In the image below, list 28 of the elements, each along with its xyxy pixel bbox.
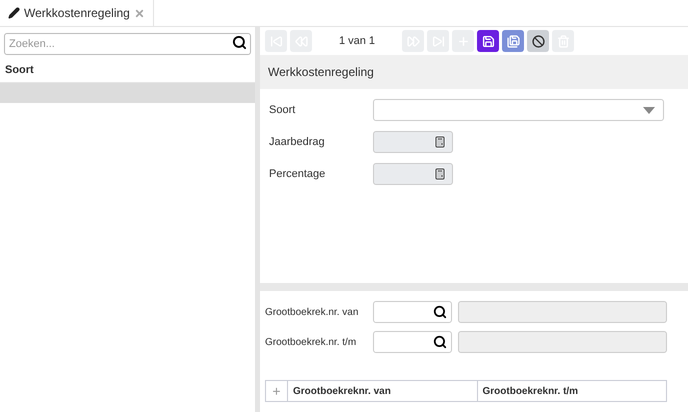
floppy-disks-icon [506,34,520,48]
pencil-icon [8,7,20,19]
calculator-icon [434,168,446,180]
dropdown-field[interactable] [373,99,664,121]
field-label: Soort [269,102,296,118]
search-field[interactable]: Zoeken... [4,33,251,55]
ban-icon [532,34,544,48]
number-field[interactable] [373,131,453,153]
field-label: Percentage [269,166,326,182]
close-icon[interactable] [134,8,145,18]
search-icon [232,35,247,50]
dropdown-arrow-icon [643,106,655,114]
cancel-button[interactable] [527,30,549,52]
field-label: Jaarbedrag [269,134,326,150]
lookup-field[interactable] [373,301,452,323]
search-icon [433,335,447,349]
tab-title: Werkkostenregeling [24,5,130,22]
column-header: Grootboekreknr. van [288,381,478,401]
field-label: Grootboekrek.nr. van [265,306,360,320]
column-header: Grootboekreknr. t/m [482,384,580,398]
lookup-field[interactable] [373,331,452,353]
record-counter: 1 van 1 [338,34,376,49]
search-icon [433,305,447,319]
section-header: Werkkostenregeling [260,55,688,89]
number-field[interactable] [373,163,453,185]
save-button[interactable] [477,30,499,52]
calculator-icon [434,136,446,148]
field-label: Grootboekrek.nr. t/m [265,336,358,350]
